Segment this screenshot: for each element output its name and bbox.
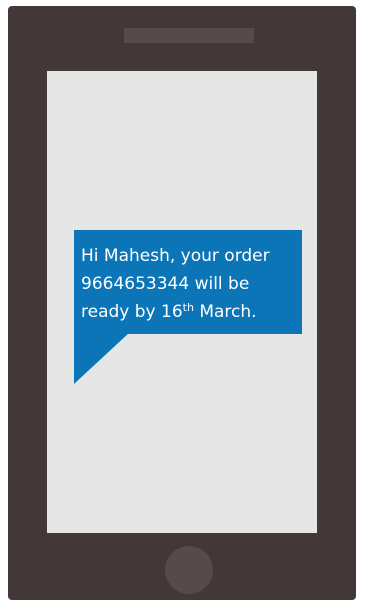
message-bubble-tail [74,333,129,384]
message-line-1: Hi Mahesh, your order [81,246,270,266]
message-ordinal-suffix: th [182,301,194,314]
message-line-2: 9664653344 will be [81,274,250,294]
phone-device: Hi Mahesh, your order 9664653344 will be… [8,6,356,600]
sms-message-bubble: Hi Mahesh, your order 9664653344 will be… [74,230,302,334]
phone-speaker [124,28,254,43]
message-line-3-text: ready by 16 [81,302,183,322]
message-line-3: ready by 16th March. [81,298,296,326]
message-line-3-end: March. [193,302,257,322]
phone-screen: Hi Mahesh, your order 9664653344 will be… [47,71,317,533]
home-button[interactable] [165,546,213,594]
